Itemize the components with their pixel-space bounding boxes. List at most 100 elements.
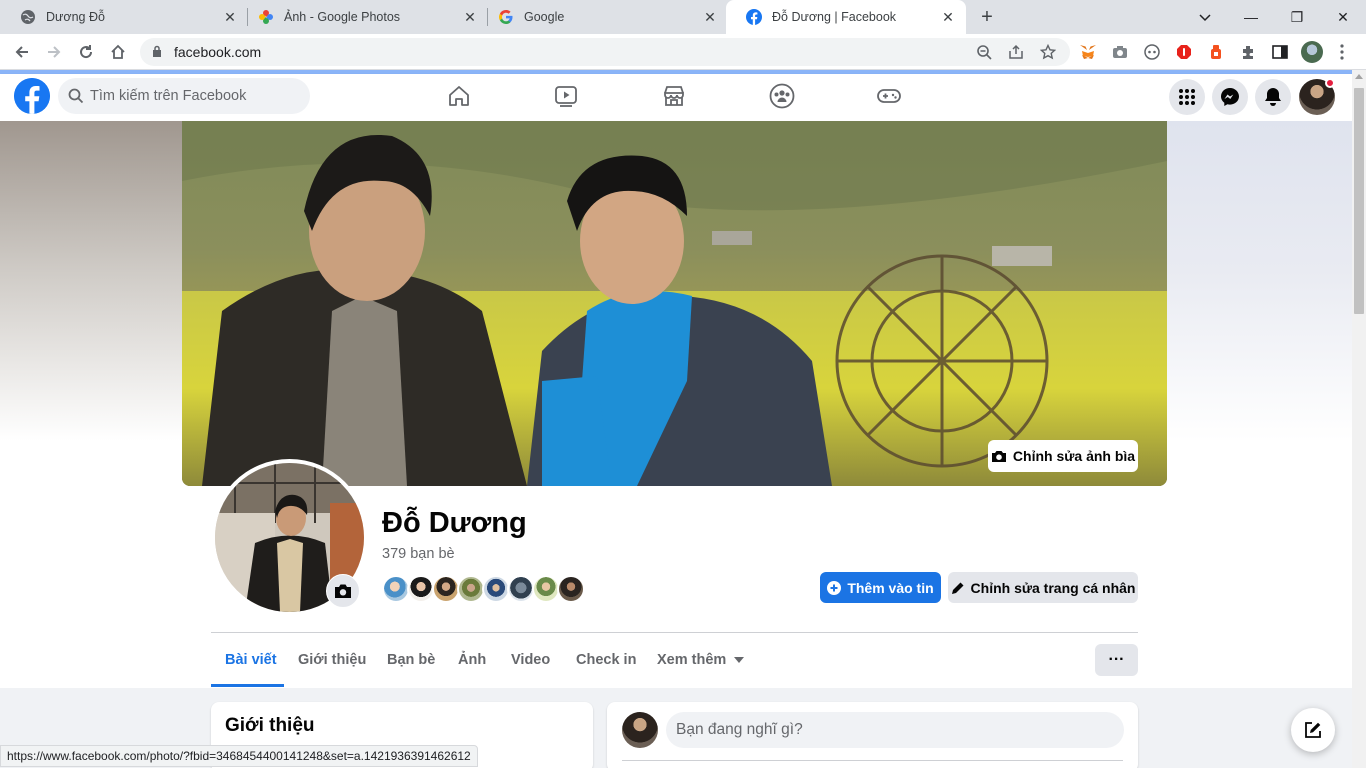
facebook-search[interactable] xyxy=(58,78,310,114)
edit-cover-button[interactable]: Chỉnh sửa ảnh bìa xyxy=(988,440,1138,472)
add-to-story-button[interactable]: Thêm vào tin xyxy=(820,572,941,603)
camera-icon xyxy=(335,584,351,598)
edit-cover-label: Chỉnh sửa ảnh bìa xyxy=(1012,448,1136,464)
edit-profile-label: Chỉnh sửa trang cá nhân xyxy=(970,579,1136,596)
composer-avatar[interactable] xyxy=(622,712,658,748)
tab-more[interactable]: Xem thêm xyxy=(657,652,745,668)
restore-button[interactable]: ❐ xyxy=(1285,5,1309,29)
active-tab-indicator xyxy=(211,684,284,687)
back-button[interactable] xyxy=(10,40,34,64)
link-status-bar: https://www.facebook.com/photo/?fbid=346… xyxy=(0,745,478,767)
facebook-header xyxy=(0,74,1352,121)
url-text: facebook.com xyxy=(174,44,262,60)
menu-dots-icon[interactable] xyxy=(1333,43,1351,61)
profile-name: Đỗ Dương xyxy=(382,507,527,539)
friend-avatar[interactable] xyxy=(457,575,485,603)
search-input[interactable] xyxy=(90,78,300,114)
tab-more-label: Xem thêm xyxy=(657,652,727,668)
composer-input[interactable]: Bạn đang nghĩ gì? xyxy=(666,712,1124,748)
gaming-icon[interactable] xyxy=(876,83,902,109)
add-to-story-label: Thêm vào tin xyxy=(847,579,934,596)
new-tab-button[interactable]: + xyxy=(976,6,998,28)
browser-tab[interactable]: Dương Đỗ ✕ xyxy=(0,0,248,34)
composer-divider xyxy=(622,760,1123,761)
address-bar[interactable]: facebook.com xyxy=(140,38,1070,66)
friend-avatar[interactable] xyxy=(482,575,510,603)
close-icon[interactable]: ✕ xyxy=(702,9,718,25)
marketplace-icon[interactable] xyxy=(661,83,687,109)
update-profile-picture-button[interactable] xyxy=(326,574,360,608)
minimize-button[interactable]: — xyxy=(1239,5,1263,29)
friend-avatar[interactable] xyxy=(557,575,585,603)
camera-extension-icon[interactable] xyxy=(1111,43,1129,61)
profile-avatar-icon[interactable] xyxy=(1301,41,1323,63)
pencil-icon xyxy=(951,582,964,594)
scrollbar-thumb[interactable] xyxy=(1354,88,1364,314)
friend-avatar[interactable] xyxy=(507,575,535,603)
friend-avatar[interactable] xyxy=(382,575,410,603)
tab-posts[interactable]: Bài viết xyxy=(225,652,277,668)
menu-grid-button[interactable] xyxy=(1169,79,1205,115)
friend-avatar[interactable] xyxy=(407,575,435,603)
home-button[interactable] xyxy=(106,40,130,64)
globe-icon xyxy=(20,9,36,25)
more-options-button[interactable]: ··· xyxy=(1095,644,1138,676)
star-icon[interactable] xyxy=(1039,44,1057,60)
friends-count[interactable]: 379 bạn bè xyxy=(382,546,455,562)
watch-icon[interactable] xyxy=(553,83,579,109)
tab-photos[interactable]: Ảnh xyxy=(458,652,486,668)
messenger-icon xyxy=(1221,88,1239,106)
camera-icon xyxy=(991,451,1006,462)
tab-friends[interactable]: Bạn bè xyxy=(387,652,435,668)
intro-title: Giới thiệu xyxy=(225,715,315,736)
side-panel-icon[interactable] xyxy=(1271,43,1289,61)
new-message-button[interactable] xyxy=(1291,708,1335,752)
google-icon xyxy=(498,9,514,25)
share-icon[interactable] xyxy=(1007,44,1025,60)
close-icon[interactable]: ✕ xyxy=(940,9,956,25)
scroll-up-arrow-icon[interactable] xyxy=(1355,74,1363,79)
lock-icon[interactable] xyxy=(152,45,162,63)
zoom-icon[interactable] xyxy=(975,44,993,60)
tab-search-icon[interactable] xyxy=(1193,5,1217,29)
tab-check-ins[interactable]: Check in xyxy=(576,652,636,668)
google-photos-icon xyxy=(258,9,274,25)
post-composer: Bạn đang nghĩ gì? xyxy=(607,702,1138,768)
plus-circle-icon xyxy=(827,580,842,595)
friend-avatar[interactable] xyxy=(532,575,560,603)
browser-tab-title: Google xyxy=(524,10,565,24)
red-extension-icon[interactable] xyxy=(1207,43,1225,61)
adblock-icon[interactable] xyxy=(1175,43,1193,61)
tab-videos[interactable]: Video xyxy=(511,652,550,668)
notifications-button[interactable] xyxy=(1255,79,1291,115)
messenger-button[interactable] xyxy=(1212,79,1248,115)
home-icon[interactable] xyxy=(446,83,472,109)
edit-profile-button[interactable]: Chỉnh sửa trang cá nhân xyxy=(948,572,1138,603)
search-icon xyxy=(68,88,84,109)
browser-tab[interactable]: Google ✕ xyxy=(478,0,728,34)
notification-badge xyxy=(1325,78,1335,88)
close-icon[interactable]: ✕ xyxy=(222,9,238,25)
browser-tab-active[interactable]: Đỗ Dương | Facebook ✕ xyxy=(726,0,966,34)
caret-down-icon xyxy=(734,657,745,664)
metamask-icon[interactable] xyxy=(1079,43,1097,61)
browser-tab[interactable]: Ảnh - Google Photos ✕ xyxy=(238,0,488,34)
facebook-icon xyxy=(746,9,762,25)
friend-avatar[interactable] xyxy=(432,575,460,603)
facebook-logo-icon[interactable] xyxy=(14,78,50,114)
close-window-button[interactable]: ✕ xyxy=(1331,5,1355,29)
extensions-puzzle-icon[interactable] xyxy=(1239,43,1257,61)
page-scrollbar[interactable] xyxy=(1352,70,1366,768)
forward-button[interactable] xyxy=(42,40,66,64)
extension-circle-icon[interactable] xyxy=(1143,43,1161,61)
browser-tab-title: Đỗ Dương | Facebook xyxy=(772,10,897,24)
close-icon[interactable]: ✕ xyxy=(462,9,478,25)
bell-icon xyxy=(1265,88,1281,106)
grid-icon xyxy=(1179,89,1195,105)
groups-icon[interactable] xyxy=(769,83,795,109)
tab-about[interactable]: Giới thiệu xyxy=(298,652,366,668)
reload-button[interactable] xyxy=(74,40,98,64)
browser-tabstrip: Dương Đỗ ✕ Ảnh - Google Photos ✕ Google … xyxy=(0,0,1366,34)
cover-photo[interactable] xyxy=(182,121,1167,486)
browser-tab-title: Dương Đỗ xyxy=(46,10,105,24)
